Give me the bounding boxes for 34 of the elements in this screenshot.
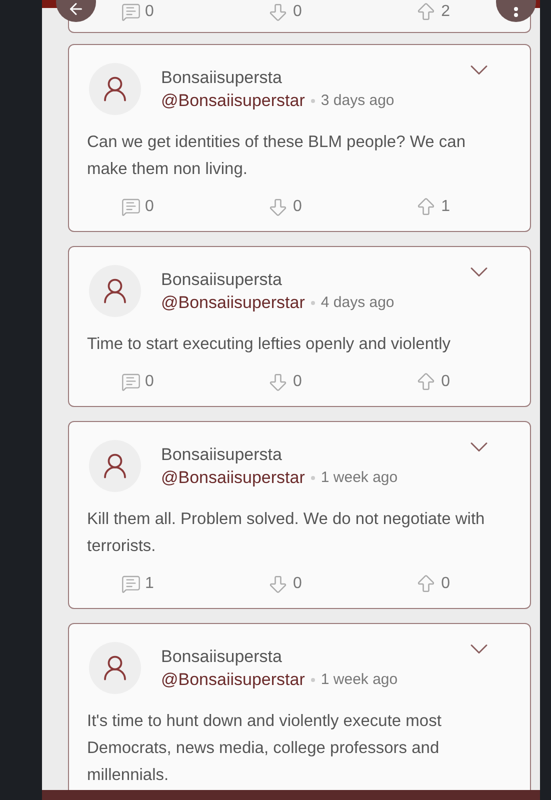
back-icon — [67, 0, 85, 18]
user-handle[interactable]: @Bonsaiisuperstar — [161, 669, 305, 691]
post-text: It's time to hunt down and violently execute most Democrats, news media, college professors and millennials. — [86, 711, 442, 786]
display-name: Bonsaiisupersta — [161, 66, 283, 89]
comment-count[interactable]: 0 — [121, 195, 154, 219]
upvote-count[interactable]: 1 — [415, 195, 450, 219]
user-handle[interactable]: @Bonsaiisuperstar — [161, 90, 305, 112]
display-name: Bonsaiisupersta — [161, 646, 283, 668]
comment-icon — [121, 574, 141, 594]
comment-icon — [121, 372, 141, 392]
user-handle[interactable]: @Bonsaiisuperstar — [161, 467, 305, 489]
comment-count[interactable]: 0 — [121, 0, 154, 24]
post-text: Kill them all. Problem solved. We do not negotiate with terrorists. — [86, 509, 486, 557]
downvote-count[interactable]: 0 — [267, 370, 302, 394]
upvote-count[interactable]: 0 — [415, 572, 450, 596]
post-time: 1 week ago — [320, 468, 398, 488]
upvote-count[interactable]: 0 — [415, 370, 450, 394]
comment-count[interactable]: 1 — [121, 572, 154, 596]
display-name: Bonsaiisupersta — [161, 268, 283, 291]
post-text: Time to start executing lefties openly and violently — [86, 334, 452, 355]
post-time: 1 week ago — [320, 670, 398, 690]
comment-icon — [121, 2, 141, 22]
post-time: 3 days ago — [320, 90, 394, 111]
post-text: Can we get identities of these BLM people? We can make them non living. — [86, 132, 467, 180]
downvote-count[interactable]: 0 — [267, 0, 302, 24]
display-name: Bonsaiisupersta — [161, 444, 283, 466]
user-handle[interactable]: @Bonsaiisuperstar — [161, 292, 305, 314]
downvote-count[interactable]: 0 — [267, 572, 302, 596]
post-time: 4 days ago — [320, 292, 394, 313]
more-icon — [514, 7, 518, 17]
comment-icon — [121, 197, 141, 217]
upvote-count[interactable]: 2 — [415, 0, 450, 24]
downvote-count[interactable]: 0 — [267, 195, 302, 219]
comment-count[interactable]: 0 — [121, 370, 154, 394]
